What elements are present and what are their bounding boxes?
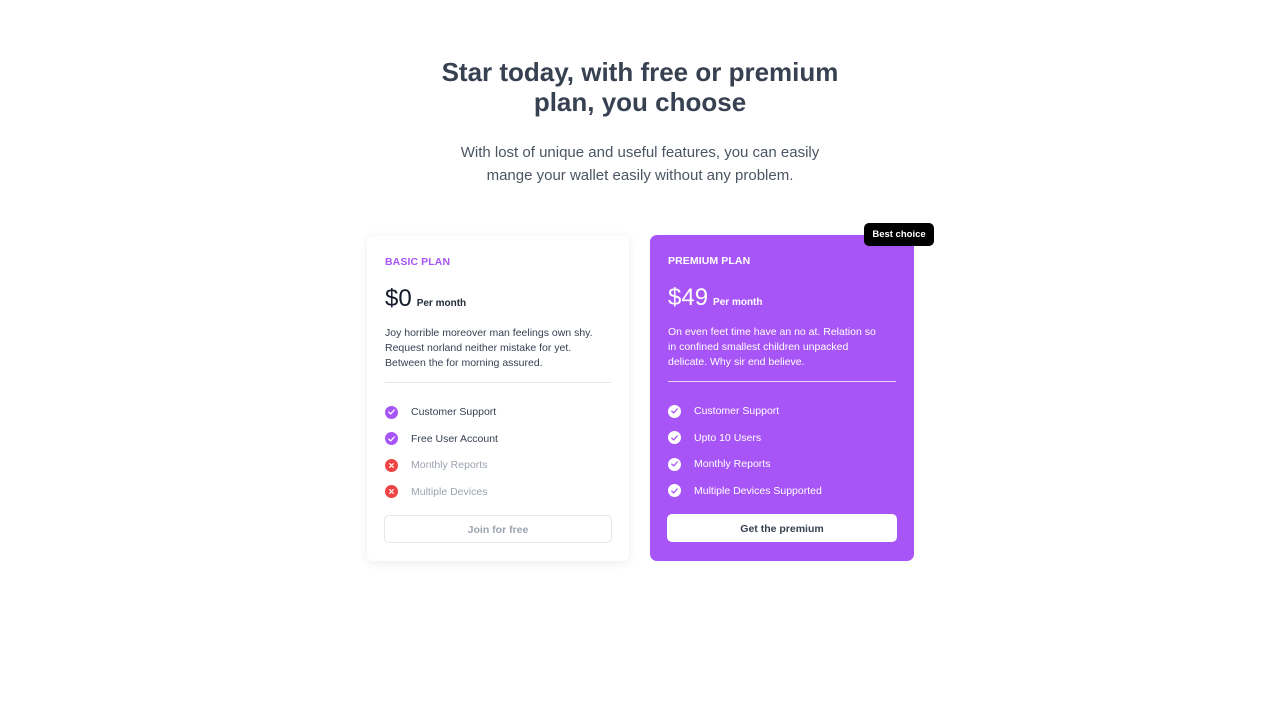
check-icon	[385, 405, 398, 419]
join-for-free-button[interactable]: Join for free	[384, 515, 612, 543]
plan-description-line: in confined smallest children unpacked	[668, 341, 849, 353]
check-icon	[668, 457, 681, 471]
feature-item: Customer Support	[668, 398, 896, 425]
page-subtitle-line: With lost of unique and useful features,…	[460, 144, 820, 161]
page-title: Star today, with free or premium plan, y…	[0, 57, 1280, 117]
plan-price: $0	[385, 285, 412, 312]
plan-description-line: Request norland neither mistake for yet.	[385, 342, 572, 354]
page-title-line: Star today, with free or premium	[441, 57, 839, 87]
plan-description: Joy horrible moreover man feelings own s…	[385, 326, 611, 371]
plan-period: Per month	[416, 298, 467, 309]
feature-list: Customer Support Free User Account Month…	[385, 399, 611, 505]
best-choice-badge: Best choice	[864, 223, 934, 246]
plan-name: BASIC PLAN	[385, 256, 451, 268]
feature-item: Monthly Reports	[385, 452, 611, 479]
divider	[668, 381, 896, 382]
check-icon	[385, 432, 398, 446]
plan-name: PREMIUM PLAN	[668, 255, 751, 267]
x-icon	[385, 485, 398, 499]
feature-label: Upto 10 Users	[694, 431, 762, 444]
x-icon	[385, 458, 398, 472]
plan-description: On even feet time have an no at. Relatio…	[668, 325, 896, 370]
divider	[385, 382, 611, 383]
page-subtitle: With lost of unique and useful features,…	[0, 141, 1280, 187]
plan-price: $49	[668, 284, 709, 311]
feature-label: Multiple Devices	[411, 485, 488, 498]
check-icon	[668, 431, 681, 445]
feature-label: Customer Support	[411, 406, 497, 419]
price-row: $49 Per month	[668, 283, 896, 313]
page-subtitle-line: mange your wallet easily without any pro…	[486, 167, 794, 184]
plan-description-line: Joy horrible moreover man feelings own s…	[385, 327, 593, 339]
price-row: $0 Per month	[385, 284, 611, 314]
feature-list: Customer Support Upto 10 Users Monthly R…	[668, 398, 896, 504]
check-icon	[668, 404, 681, 418]
plan-period: Per month	[713, 297, 763, 308]
pricing-page: Star today, with free or premium plan, y…	[0, 0, 1280, 720]
page-title-line: plan, you choose	[533, 87, 747, 117]
feature-item: Free User Account	[385, 426, 611, 453]
feature-item: Customer Support	[385, 399, 611, 426]
get-premium-button[interactable]: Get the premium	[667, 514, 897, 542]
plan-description-line: On even feet time have an no at. Relatio…	[668, 326, 876, 338]
plan-description-line: Between the for morning assured.	[385, 357, 543, 369]
check-icon	[668, 484, 681, 498]
feature-label: Customer Support	[694, 405, 780, 418]
feature-item: Multiple Devices Supported	[668, 478, 896, 505]
basic-plan-card: BASIC PLAN $0 Per month Joy horrible mor…	[367, 236, 629, 561]
premium-plan-card: PREMIUM PLAN $49 Per month On even feet …	[650, 235, 914, 561]
feature-item: Monthly Reports	[668, 451, 896, 478]
feature-label: Monthly Reports	[694, 458, 771, 471]
feature-item: Multiple Devices	[385, 479, 611, 506]
plan-description-line: delicate. Why sir end believe.	[668, 356, 805, 368]
feature-item: Upto 10 Users	[668, 425, 896, 452]
feature-label: Monthly Reports	[411, 459, 488, 472]
feature-label: Free User Account	[411, 432, 498, 445]
feature-label: Multiple Devices Supported	[694, 484, 822, 497]
